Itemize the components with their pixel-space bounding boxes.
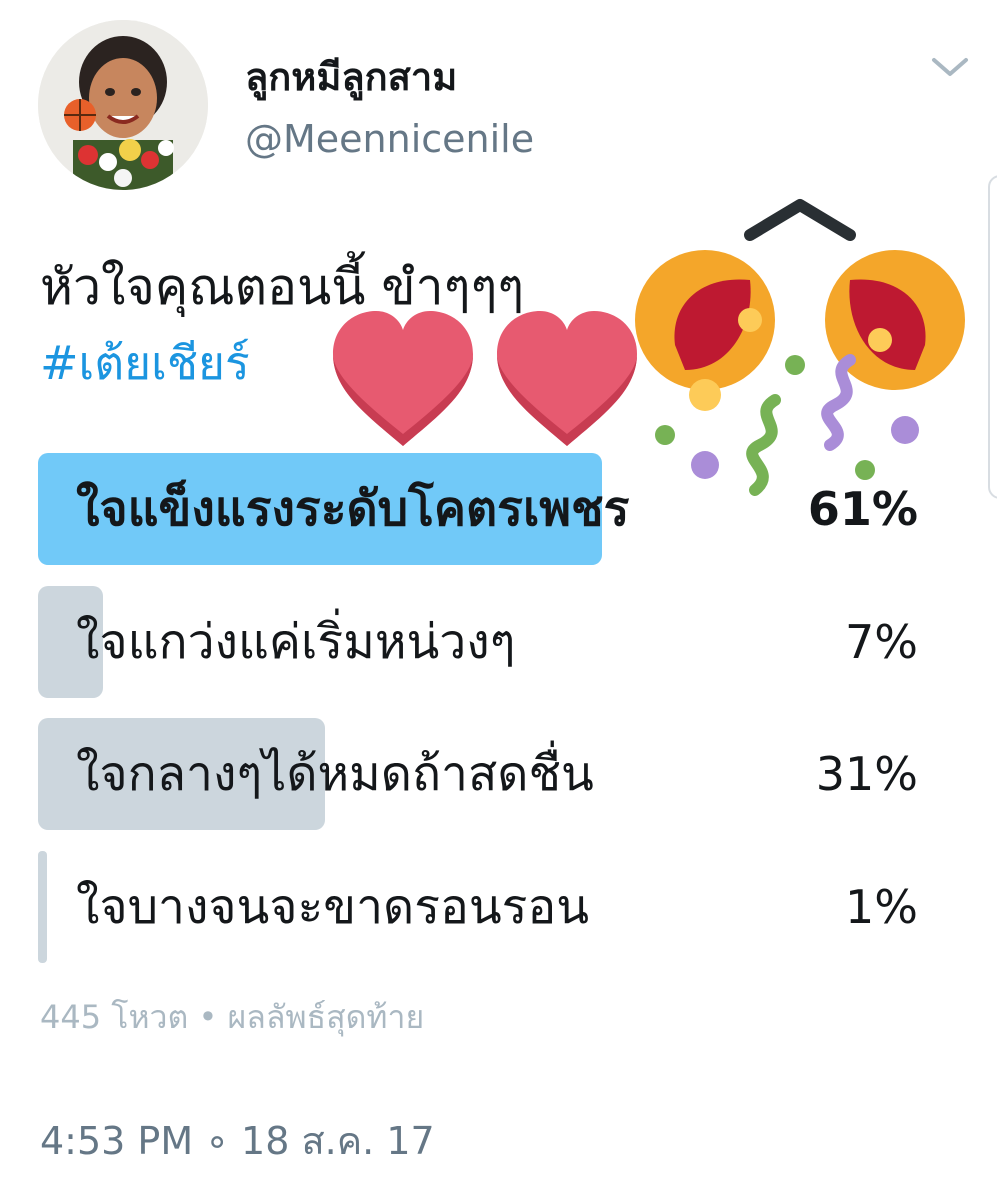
poll-option-label: ใจกลางๆได้หมดถ้าสดชื่น: [76, 746, 594, 802]
poll-option-label: ใจบางจนจะขาดรอนรอน: [76, 879, 590, 935]
hashtag-link[interactable]: #เต้ยเชียร์: [40, 328, 250, 398]
avatar-image: [38, 20, 208, 190]
timestamp[interactable]: 4:53 PM ∘ 18 ส.ค. 17: [40, 1115, 435, 1167]
scrollbar[interactable]: [988, 175, 997, 499]
poll-option-label: ใจแข็งแรงระดับโคตรเพชร: [76, 481, 630, 537]
poll-option[interactable]: ใจแข็งแรงระดับโคตรเพชร 61%: [38, 453, 938, 565]
chevron-down-icon[interactable]: [930, 52, 970, 82]
avatar[interactable]: [38, 20, 208, 190]
poll-bar: [38, 851, 47, 963]
heart-icon: [333, 311, 473, 446]
poll-meta: 445 โหวต • ผลลัพธ์สุดท้าย: [40, 998, 425, 1036]
poll-option-label: ใจแกว่งแค่เริ่มหน่วงๆ: [76, 614, 516, 670]
poll-option[interactable]: ใจบางจนจะขาดรอนรอน 1%: [38, 851, 938, 963]
user-handle[interactable]: @Meennicenile: [245, 114, 534, 164]
poll-option-percent: 1%: [845, 880, 918, 934]
heart-icon: [497, 311, 637, 446]
poll-option-percent: 61%: [807, 482, 918, 536]
poll-option[interactable]: ใจแกว่งแค่เริ่มหน่วงๆ 7%: [38, 586, 938, 698]
poll-option[interactable]: ใจกลางๆได้หมดถ้าสดชื่น 31%: [38, 718, 938, 830]
poll-option-percent: 7%: [845, 615, 918, 669]
display-name[interactable]: ลูกหมีลูกสาม: [245, 52, 457, 102]
poll-option-percent: 31%: [815, 747, 918, 801]
